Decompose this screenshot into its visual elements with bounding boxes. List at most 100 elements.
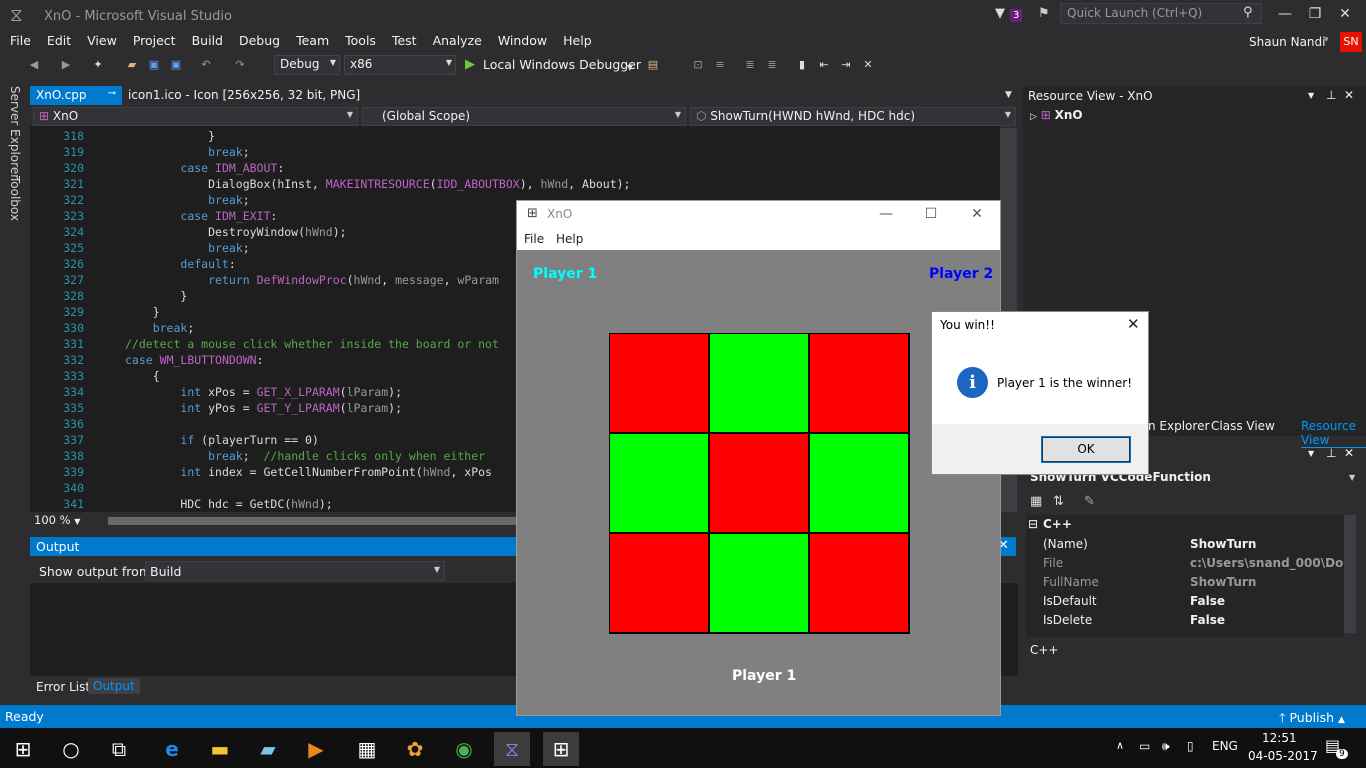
board-cell-7[interactable] [709, 533, 809, 633]
task-view-icon[interactable]: ⧉ [101, 732, 137, 766]
chrome-icon[interactable]: ◉ [446, 732, 482, 766]
xno-menu-help[interactable]: Help [556, 232, 583, 246]
next-bookmark-icon[interactable]: ⇥ [838, 58, 854, 72]
chevron-down-icon[interactable]: ▼ [1308, 91, 1314, 100]
board-cell-3[interactable] [609, 433, 709, 533]
undo-icon[interactable]: ↶ [198, 58, 214, 72]
pin-icon[interactable]: ⊸ [108, 88, 116, 99]
ok-button[interactable]: OK [1041, 436, 1131, 463]
xno-menu-file[interactable]: File [524, 232, 544, 246]
board-cell-1[interactable] [709, 333, 809, 433]
search-icon[interactable]: ⚲ [1243, 5, 1253, 20]
avatar[interactable]: SN [1340, 32, 1362, 52]
game-board[interactable] [609, 333, 910, 634]
tab-solution-explorer[interactable]: n Explorer [1148, 419, 1209, 433]
property-row[interactable]: IsDefault False [1026, 592, 1344, 611]
notepad-icon[interactable]: ▰ [250, 732, 286, 766]
xno-app-taskbar-icon[interactable]: ⊞ [543, 732, 579, 766]
tab-class-view[interactable]: Class View [1211, 419, 1275, 433]
chevron-down-icon[interactable]: ▼ [1308, 449, 1314, 458]
close-icon[interactable]: ✕ [1344, 446, 1354, 460]
configuration-select[interactable]: Debug ▼ [274, 55, 340, 75]
menu-analyze[interactable]: Analyze [425, 32, 490, 49]
redo-icon[interactable]: ↷ [232, 58, 248, 72]
save-all-icon[interactable]: ▣ [168, 58, 184, 72]
board-cell-0[interactable] [609, 333, 709, 433]
close-button[interactable]: ✕ [1331, 4, 1359, 24]
minimize-button[interactable]: — [864, 203, 908, 225]
file-explorer-icon[interactable]: ▬ [202, 732, 238, 766]
play-icon[interactable]: ▶ [465, 57, 475, 72]
alphabetical-icon[interactable]: ⇅ [1053, 494, 1064, 509]
tab-resource-view[interactable]: Resource View [1301, 419, 1366, 448]
menu-view[interactable]: View [79, 32, 125, 49]
tab-error-list[interactable]: Error List [36, 680, 90, 694]
close-icon[interactable]: ✕ [1344, 88, 1354, 102]
editor-horizontal-scrollbar[interactable] [108, 517, 518, 525]
chevron-down-icon[interactable]: ▼ [1349, 473, 1355, 482]
forward-icon[interactable]: ▶ [58, 58, 74, 72]
board-cell-5[interactable] [809, 433, 909, 533]
menu-test[interactable]: Test [384, 32, 425, 49]
edge-browser-icon[interactable]: e [154, 732, 190, 766]
property-row[interactable]: (Name) ShowTurn [1026, 535, 1344, 554]
battery-icon[interactable]: ▭ [1139, 739, 1150, 753]
menu-help[interactable]: Help [555, 32, 600, 49]
calculator-icon[interactable]: ▦ [349, 732, 385, 766]
publish-button[interactable]: 🡑 Publish ▲ [1279, 709, 1345, 730]
comment-icon[interactable]: ≣ [742, 58, 758, 72]
chevron-down-icon[interactable]: ▾ [1324, 35, 1329, 45]
chevron-down-icon[interactable]: ▼ [1005, 90, 1012, 100]
member-combo[interactable]: ⬡ ShowTurn(HWND hWnd, HDC hdc) ▼ [690, 107, 1016, 126]
tab-output[interactable]: Output [88, 678, 140, 694]
open-folder-icon[interactable]: ▰ [124, 58, 140, 72]
toolbox-tab[interactable]: Toolbox [8, 176, 22, 221]
property-row[interactable]: Filec:\Users\snand_000\Docum [1026, 554, 1344, 573]
filter-icon[interactable]: ▼ [995, 6, 1005, 21]
clock-time[interactable]: 12:51 [1262, 731, 1297, 745]
menu-build[interactable]: Build [184, 32, 231, 49]
bookmark-icon[interactable]: ▮ [794, 58, 810, 72]
zoom-level[interactable]: 100 % ▼ [34, 513, 80, 527]
minimize-button[interactable]: — [1271, 4, 1299, 24]
windows-start-icon[interactable]: ⊞ [5, 732, 41, 766]
media-player-icon[interactable]: ▶ [298, 732, 334, 766]
resource-tree-root[interactable]: ▷ ⊞ XnO [1030, 108, 1083, 122]
property-grid-scrollbar[interactable] [1344, 515, 1356, 633]
board-cell-2[interactable] [809, 333, 909, 433]
network-icon[interactable]: ▯ [1187, 739, 1194, 753]
prev-bookmark-icon[interactable]: ⇤ [816, 58, 832, 72]
platform-select[interactable]: x86 ▼ [344, 55, 456, 75]
clock-date[interactable]: 04-05-2017 [1248, 749, 1318, 763]
maximize-button[interactable]: ❐ [1301, 4, 1329, 24]
scope-combo[interactable]: (Global Scope) ▼ [362, 107, 686, 126]
maximize-button[interactable]: ☐ [909, 203, 953, 225]
tab-xno-cpp[interactable]: XnO.cpp ⊸ [30, 86, 122, 105]
categorized-icon[interactable]: ▦ [1030, 494, 1042, 509]
notification-badge[interactable]: 3 [1010, 9, 1023, 22]
board-cell-4[interactable] [709, 433, 809, 533]
pin-icon[interactable]: ⊥ [1326, 88, 1336, 102]
output-source-select[interactable]: Build ▼ [145, 561, 445, 581]
language-indicator[interactable]: ENG [1212, 739, 1238, 753]
quick-launch-input[interactable]: Quick Launch (Ctrl+Q) [1060, 3, 1262, 24]
server-explorer-tab[interactable]: Server Explorer [8, 86, 22, 179]
step-icon[interactable]: ⊡ [690, 58, 706, 72]
chevron-up-icon[interactable]: ∧ [1116, 739, 1124, 752]
save-icon[interactable]: ▣ [146, 58, 162, 72]
close-icon[interactable]: ✕ [1127, 315, 1140, 333]
find-in-files-icon[interactable]: ▤ [645, 58, 661, 72]
menu-tools[interactable]: Tools [337, 32, 384, 49]
clear-bookmarks-icon[interactable]: ✕ [860, 58, 876, 72]
project-combo[interactable]: ⊞ XnO ▼ [33, 107, 358, 126]
format-icon[interactable]: ≡ [712, 58, 728, 72]
volume-icon[interactable]: 🕪 [1162, 739, 1170, 754]
uncomment-icon[interactable]: ≣ [764, 58, 780, 72]
expand-icon[interactable]: ▷ [1030, 112, 1037, 122]
close-button[interactable]: ✕ [955, 203, 999, 225]
board-cell-8[interactable] [809, 533, 909, 633]
start-debugging-button[interactable]: Local Windows Debugger [483, 57, 641, 72]
paint-icon[interactable]: ✿ [397, 732, 433, 766]
menu-window[interactable]: Window [490, 32, 555, 49]
menu-debug[interactable]: Debug [231, 32, 288, 49]
